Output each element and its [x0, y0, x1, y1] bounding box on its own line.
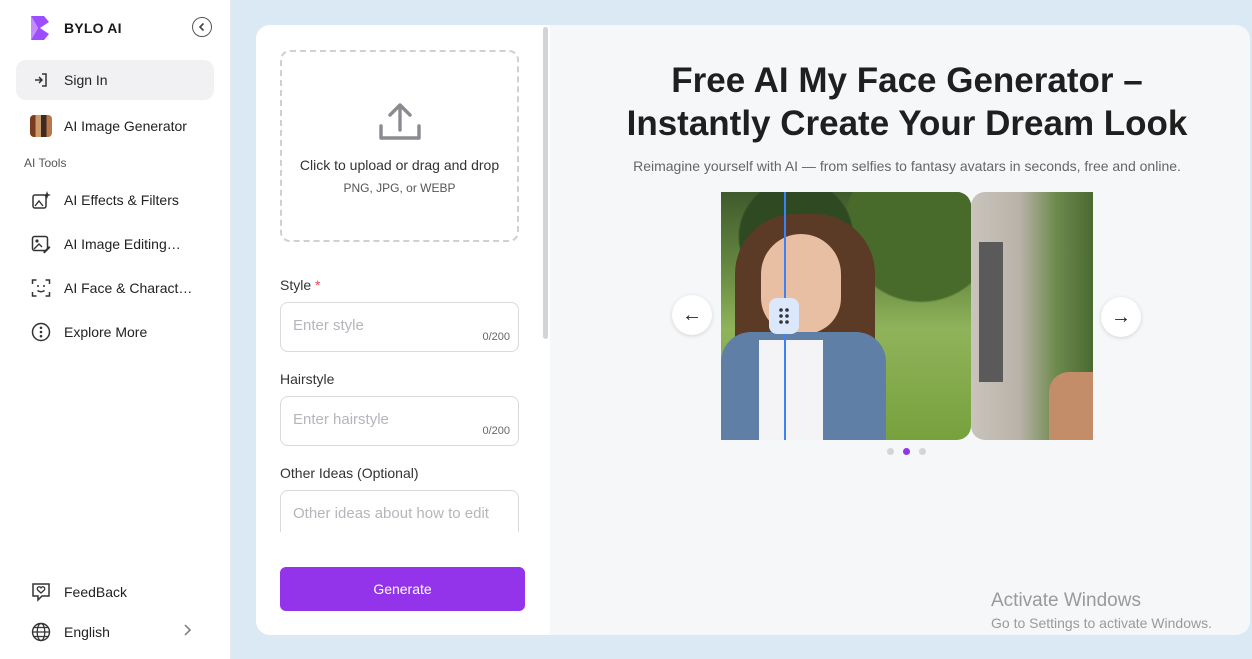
sidebar-item-label: AI Image Editing… [64, 236, 181, 252]
collapse-sidebar-button[interactable] [192, 17, 212, 37]
other-ideas-field [280, 490, 519, 532]
section-label-ai-tools: AI Tools [24, 156, 67, 170]
building-window [979, 242, 1003, 382]
language-selector[interactable]: English [16, 612, 214, 652]
brand[interactable]: BYLO AI [28, 14, 122, 42]
hairstyle-label: Hairstyle [280, 371, 335, 387]
sign-in-icon [30, 69, 52, 91]
page-subtitle: Reimagine yourself with AI — from selfie… [633, 158, 1181, 174]
person-arm [1049, 372, 1093, 440]
main-card: Click to upload or drag and drop PNG, JP… [256, 25, 1250, 635]
feedback-heart-icon [30, 581, 52, 603]
carousel-slide-before-after [721, 192, 971, 440]
sidebar-item-label: AI Image Generator [64, 118, 187, 134]
feedback-button[interactable]: FeedBack [16, 572, 214, 612]
upload-dropzone[interactable]: Click to upload or drag and drop PNG, JP… [280, 50, 519, 242]
style-input[interactable] [293, 317, 493, 334]
person-shirt [759, 340, 823, 440]
upload-formats: PNG, JPG, or WEBP [343, 181, 456, 195]
title-line-2: Instantly Create Your Dream Look [626, 104, 1188, 143]
more-circle-icon [30, 321, 52, 343]
upload-instruction: Click to upload or drag and drop [299, 157, 500, 173]
style-label-text: Style [280, 277, 312, 293]
bylo-logo-icon [31, 16, 49, 40]
drag-dots-icon [779, 308, 789, 324]
language-label: English [64, 624, 110, 640]
panel-scrollbar[interactable] [543, 27, 548, 339]
chevron-left-icon [198, 22, 205, 32]
sidebar-item-effects-filters[interactable]: AI Effects & Filters [16, 180, 214, 220]
title-line-1: Free AI My Face Generator – [671, 61, 1143, 100]
face-scan-icon [30, 277, 52, 299]
page-title: Free AI My Face Generator – Instantly Cr… [574, 59, 1240, 145]
watermark-line-1: Activate Windows [991, 590, 1141, 611]
sidebar-item-label: AI Face & Charact… [64, 280, 193, 296]
brand-name: BYLO AI [64, 20, 122, 36]
hairstyle-input[interactable] [293, 411, 493, 428]
carousel-prev-button[interactable]: ← [672, 295, 712, 335]
hairstyle-counter: 0/200 [482, 425, 510, 437]
compare-drag-handle[interactable] [769, 298, 799, 334]
carousel-next-button[interactable]: → [1101, 297, 1141, 337]
sidebar-item-explore-more[interactable]: Explore More [16, 312, 214, 352]
hairstyle-field: 0/200 [280, 396, 519, 446]
other-ideas-label: Other Ideas (Optional) [280, 465, 419, 481]
watermark-line-2: Go to Settings to activate Windows. [991, 615, 1212, 631]
feedback-label: FeedBack [64, 584, 128, 600]
sidebar-item-label: AI Effects & Filters [64, 192, 179, 208]
carousel-dot[interactable] [919, 448, 926, 455]
chevron-right-icon [182, 623, 192, 642]
sparkle-image-icon [30, 189, 52, 211]
other-ideas-input[interactable] [293, 505, 493, 522]
activate-windows-watermark: Activate Windows Go to Settings to activ… [991, 590, 1212, 631]
sidebar-item-face-character[interactable]: AI Face & Charact… [16, 268, 214, 308]
image-edit-icon [30, 233, 52, 255]
generate-button[interactable]: Generate [280, 567, 525, 611]
sidebar: BYLO AI Sign In AI Image Generator AI To… [0, 0, 231, 659]
carousel-slide-next[interactable] [971, 192, 1093, 440]
sign-in-button[interactable]: Sign In [16, 60, 214, 100]
sidebar-item-label: Explore More [64, 324, 148, 340]
image-generator-thumbnail-icon [30, 115, 52, 137]
carousel-dot[interactable] [887, 448, 894, 455]
style-field: 0/200 [280, 302, 519, 352]
required-mark: * [315, 277, 321, 293]
style-counter: 0/200 [482, 331, 510, 343]
globe-icon [30, 621, 52, 643]
upload-icon [379, 103, 421, 140]
sign-in-label: Sign In [64, 72, 108, 88]
style-label: Style * [280, 277, 320, 293]
sidebar-item-ai-image-generator[interactable]: AI Image Generator [16, 106, 214, 146]
sidebar-item-image-editing[interactable]: AI Image Editing… [16, 224, 214, 264]
carousel-dot-active[interactable] [903, 448, 910, 455]
input-panel: Click to upload or drag and drop PNG, JP… [256, 25, 550, 635]
